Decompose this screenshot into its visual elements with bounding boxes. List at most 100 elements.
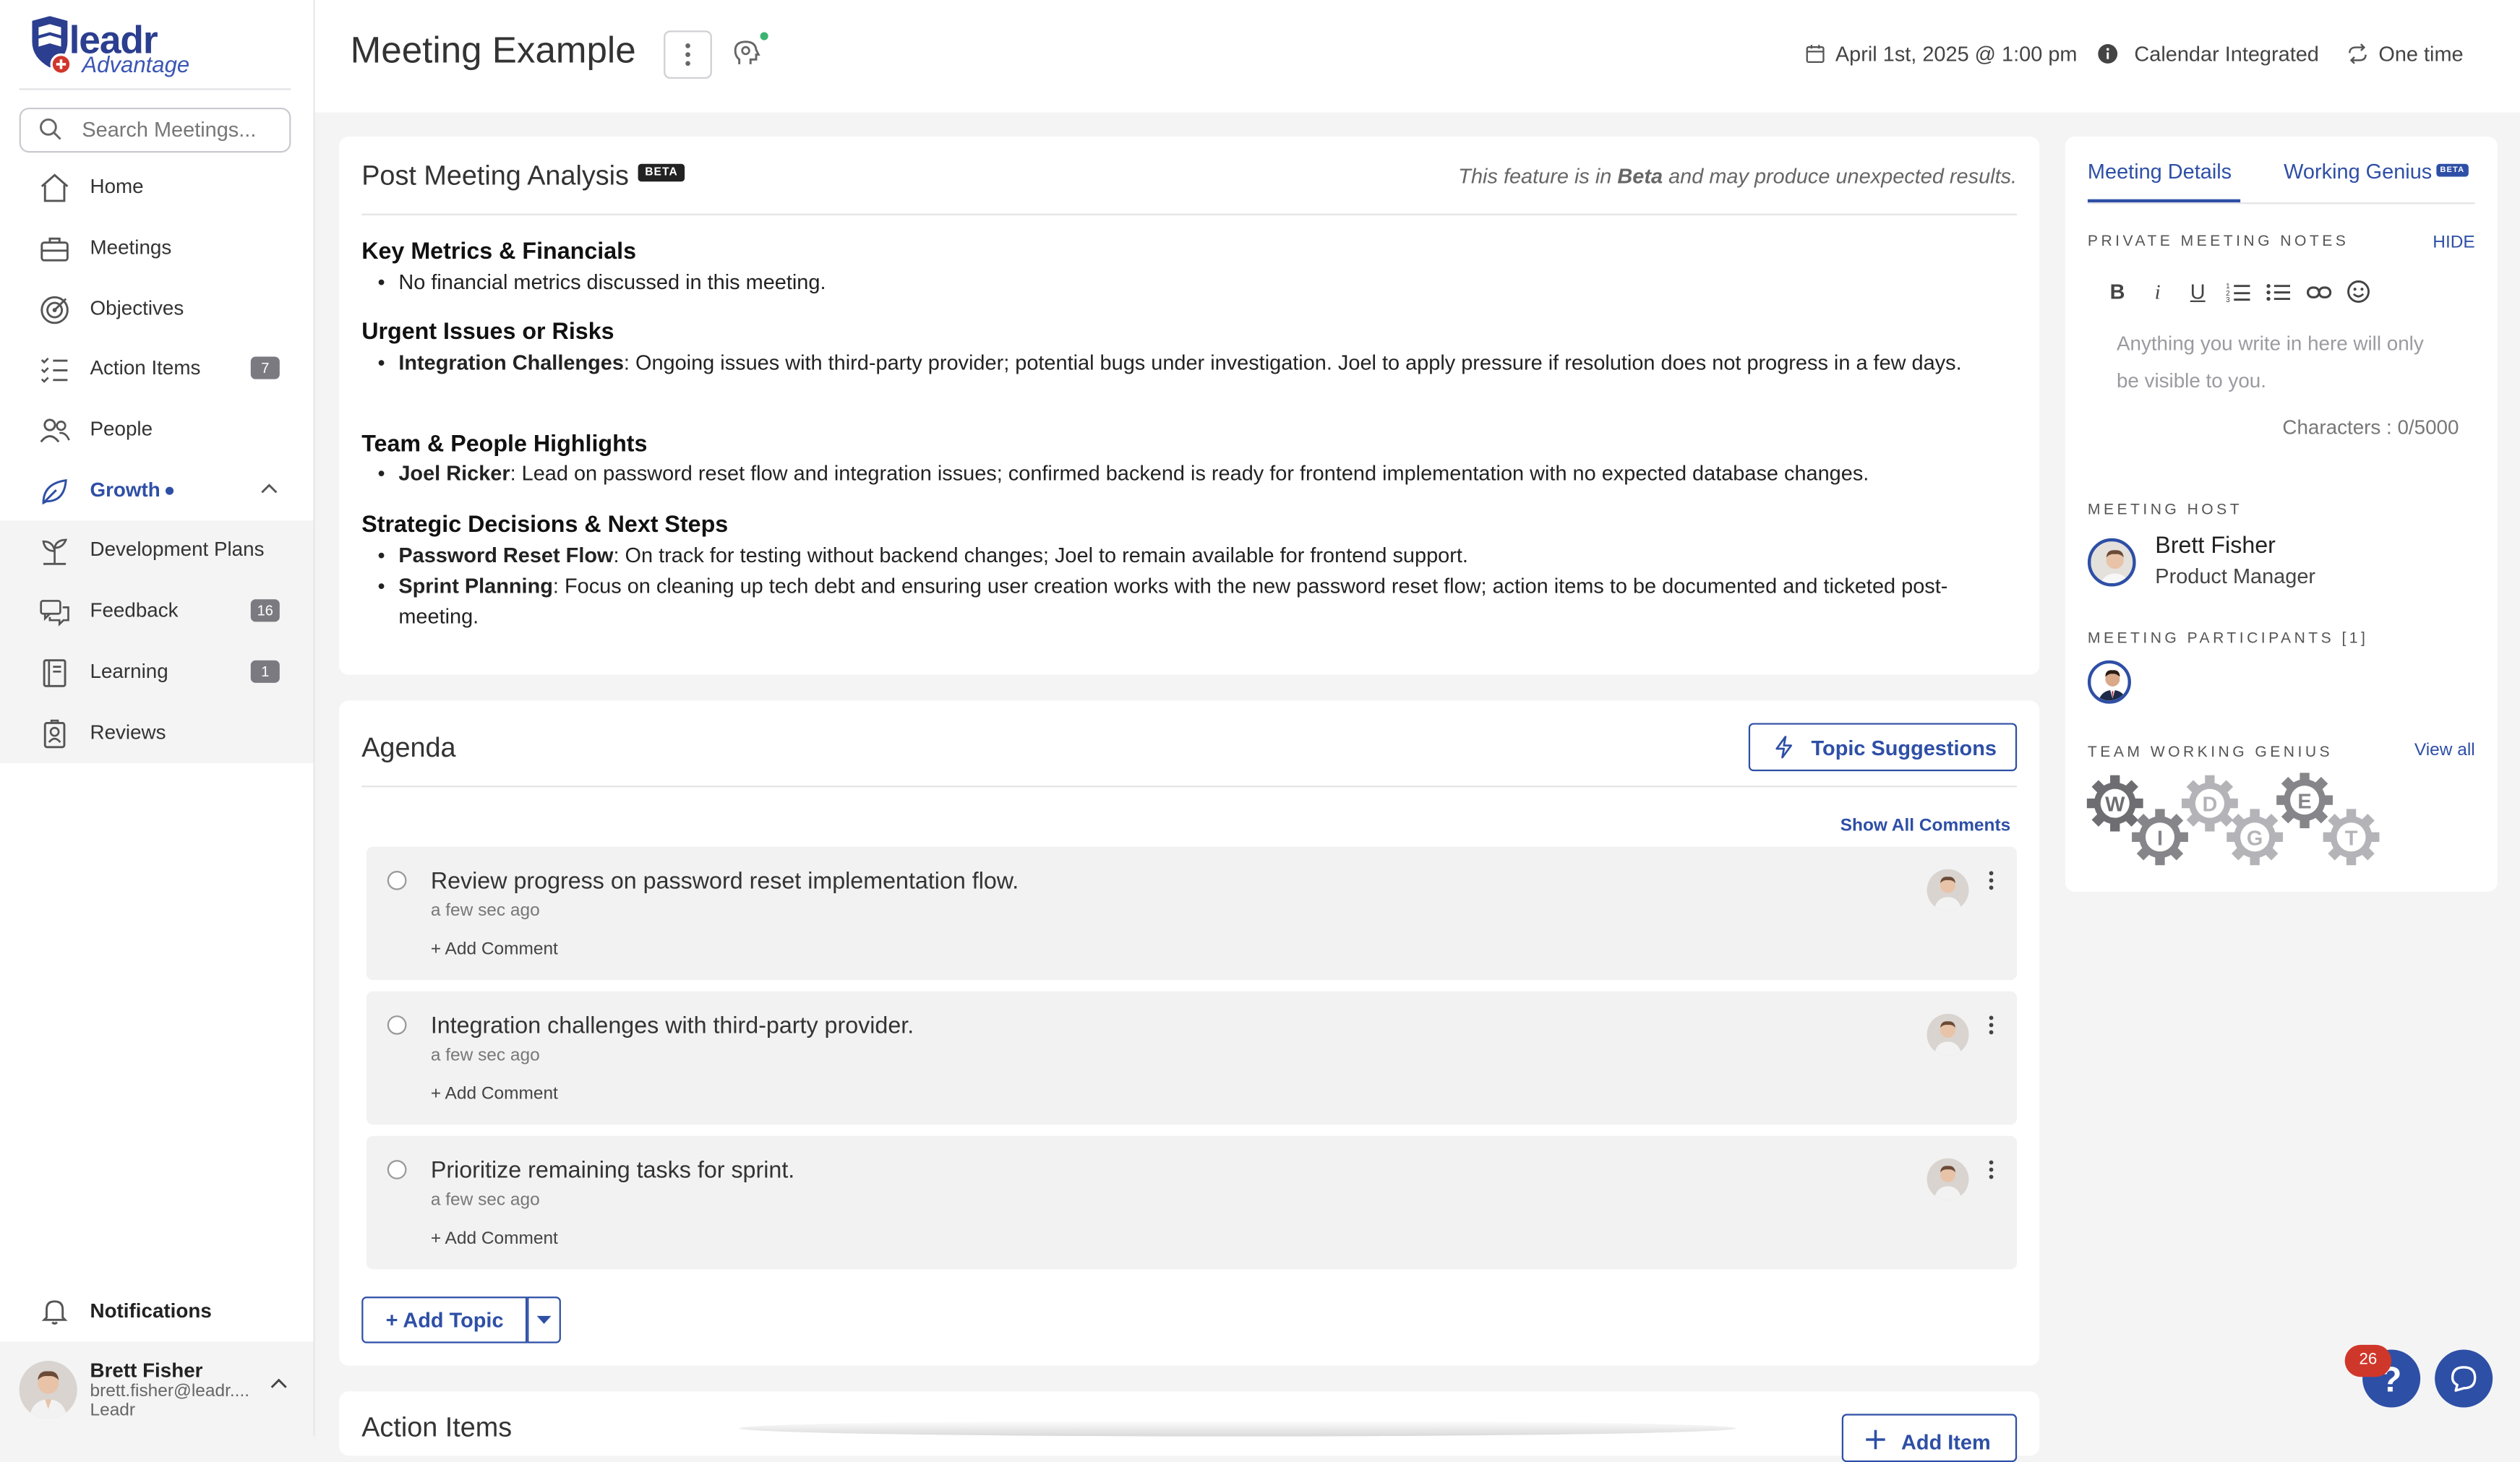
bold-icon[interactable]: B: [2104, 278, 2131, 306]
add-item-button[interactable]: Add Item: [1841, 1414, 2018, 1462]
agenda-item[interactable]: Integration challenges with third-party …: [366, 991, 2018, 1125]
divider: [19, 88, 291, 90]
meeting-host-label: MEETING HOST: [2087, 501, 2243, 520]
analysis-title-text: Post Meeting Analysis: [361, 160, 629, 192]
badge-icon: [43, 719, 66, 749]
section-heading: Urgent Issues or Risks: [361, 319, 614, 345]
search-input[interactable]: [78, 116, 288, 143]
divider: [2087, 202, 2475, 205]
disclaimer-bold: Beta: [1617, 163, 1663, 189]
growth-submenu: Development Plans Feedback 16 Learning 1…: [0, 520, 314, 764]
briefcase-icon: [40, 237, 69, 262]
sidebar-item-feedback[interactable]: Feedback 16: [0, 582, 314, 641]
add-comment-link[interactable]: + Add Comment: [431, 1085, 558, 1104]
avatar: [1927, 1158, 1969, 1200]
complete-toggle[interactable]: [387, 870, 407, 890]
section-heading: Strategic Decisions & Next Steps: [361, 512, 729, 538]
complete-toggle[interactable]: [387, 1015, 407, 1035]
chevron-up-icon[interactable]: [260, 482, 278, 495]
bullet-list-icon[interactable]: [2264, 278, 2292, 306]
ordered-list-icon[interactable]: 123: [2224, 278, 2252, 306]
sidebar-item-objectives[interactable]: Objectives: [0, 280, 314, 339]
bullet-text: No financial metrics discussed in this m…: [398, 270, 826, 294]
italic-icon[interactable]: i: [2144, 278, 2172, 306]
page-title: Meeting Example: [350, 29, 636, 71]
sidebar-item-notifications[interactable]: Notifications: [0, 1281, 314, 1340]
agenda-item-title: Review progress on password reset implem…: [430, 869, 1019, 895]
add-topic-button[interactable]: + Add Topic: [361, 1297, 528, 1343]
sidebar-item-label: Action Items: [90, 356, 201, 379]
analysis-title: Post Meeting Analysis BETA: [361, 160, 685, 192]
sidebar-item-meetings[interactable]: Meetings: [0, 218, 314, 278]
kebab-icon: [685, 43, 690, 66]
hide-notes-button[interactable]: HIDE: [2433, 233, 2474, 252]
agenda-item-time: a few sec ago: [430, 1046, 540, 1065]
sidebar-item-development-plans[interactable]: Development Plans: [0, 520, 314, 580]
bullet-text: : On track for testing without backend c…: [613, 543, 1468, 567]
user-menu[interactable]: Brett Fisher brett.fisher@leadr.... Lead…: [0, 1341, 314, 1437]
show-all-comments-link[interactable]: Show All Comments: [1840, 816, 2011, 835]
topic-suggestions-button[interactable]: Topic Suggestions: [1748, 723, 2018, 772]
tab-meeting-details[interactable]: Meeting Details: [2088, 159, 2232, 183]
book-icon: [43, 659, 67, 687]
tab-working-genius[interactable]: Working Genius BETA: [2284, 159, 2468, 183]
agenda-item-time: a few sec ago: [430, 1190, 540, 1211]
bullet-item: Joel Ricker: Lead on password reset flow…: [377, 458, 1994, 489]
kebab-icon[interactable]: [1988, 1160, 1994, 1179]
sidebar-item-action-items[interactable]: Action Items 7: [0, 339, 314, 398]
sidebar-item-label: Growth: [90, 478, 160, 502]
gear-d: D: [2181, 775, 2238, 832]
bullet-bold: Password Reset Flow: [398, 543, 614, 567]
private-notes-label: PRIVATE MEETING NOTES: [2087, 233, 2349, 251]
sidebar-item-growth[interactable]: Growth: [0, 461, 314, 520]
sidebar-item-reviews[interactable]: Reviews: [0, 704, 314, 763]
lightning-icon: [1775, 736, 1793, 759]
help-notification-badge: 26: [2344, 1344, 2392, 1377]
bullet-item: No financial metrics discussed in this m…: [377, 267, 1994, 297]
genius-head-icon[interactable]: [733, 38, 762, 67]
search-box[interactable]: [19, 107, 291, 153]
private-notes-editor[interactable]: Anything you write in here will only be …: [2117, 326, 2438, 400]
participant-avatar[interactable]: [2087, 660, 2131, 704]
gear-g: G: [2227, 809, 2284, 866]
sidebar-item-people[interactable]: People: [0, 400, 314, 460]
chat-bubbles-icon: [40, 600, 69, 627]
complete-toggle[interactable]: [387, 1160, 407, 1179]
chevron-up-icon[interactable]: [270, 1377, 287, 1390]
underline-icon[interactable]: U: [2184, 278, 2211, 306]
gear-letter: G: [2247, 827, 2263, 850]
add-topic-dropdown[interactable]: [527, 1297, 561, 1343]
chat-button[interactable]: [2435, 1349, 2493, 1408]
leadr-logo[interactable]: leadr Advantage: [29, 16, 254, 80]
avatar: [19, 1361, 77, 1419]
meeting-details-panel: Meeting Details Working Genius BETA PRIVA…: [2065, 136, 2498, 892]
add-comment-link[interactable]: + Add Comment: [431, 940, 558, 960]
bullet-text: : Ongoing issues with third-party provid…: [623, 350, 1962, 375]
svg-text:3: 3: [2226, 296, 2230, 302]
kebab-icon[interactable]: [1988, 871, 1994, 890]
count-badge: 7: [250, 356, 280, 379]
sidebar-item-learning[interactable]: Learning 1: [0, 642, 314, 702]
calendar-icon: [1806, 45, 1825, 63]
meeting-options-button[interactable]: [664, 30, 712, 79]
plant-icon: [42, 538, 68, 565]
agenda-item[interactable]: Prioritize remaining tasks for sprint. a…: [366, 1135, 2018, 1270]
action-items-title: Action Items: [361, 1412, 513, 1443]
gear-w: W: [2086, 775, 2143, 832]
recurrence: One time: [2347, 42, 2464, 66]
user-name: Brett Fisher: [90, 1359, 203, 1382]
emoji-icon[interactable]: [2345, 278, 2373, 306]
view-all-link[interactable]: View all: [2414, 741, 2475, 760]
sidebar-item-label: Learning: [90, 660, 168, 683]
add-comment-link[interactable]: + Add Comment: [431, 1229, 558, 1249]
sidebar-item-home[interactable]: Home: [0, 158, 314, 217]
gear-t: T: [2323, 809, 2380, 866]
scroll-shadow: [739, 1420, 1736, 1437]
link-icon[interactable]: [2305, 278, 2332, 306]
agenda-item[interactable]: Review progress on password reset implem…: [366, 846, 2018, 981]
kebab-icon[interactable]: [1988, 1015, 1994, 1035]
bullet-bold: Sprint Planning: [398, 573, 553, 598]
home-icon: [40, 173, 69, 202]
working-genius-gears[interactable]: W I D G E T: [2084, 773, 2389, 875]
divider: [361, 213, 2018, 215]
